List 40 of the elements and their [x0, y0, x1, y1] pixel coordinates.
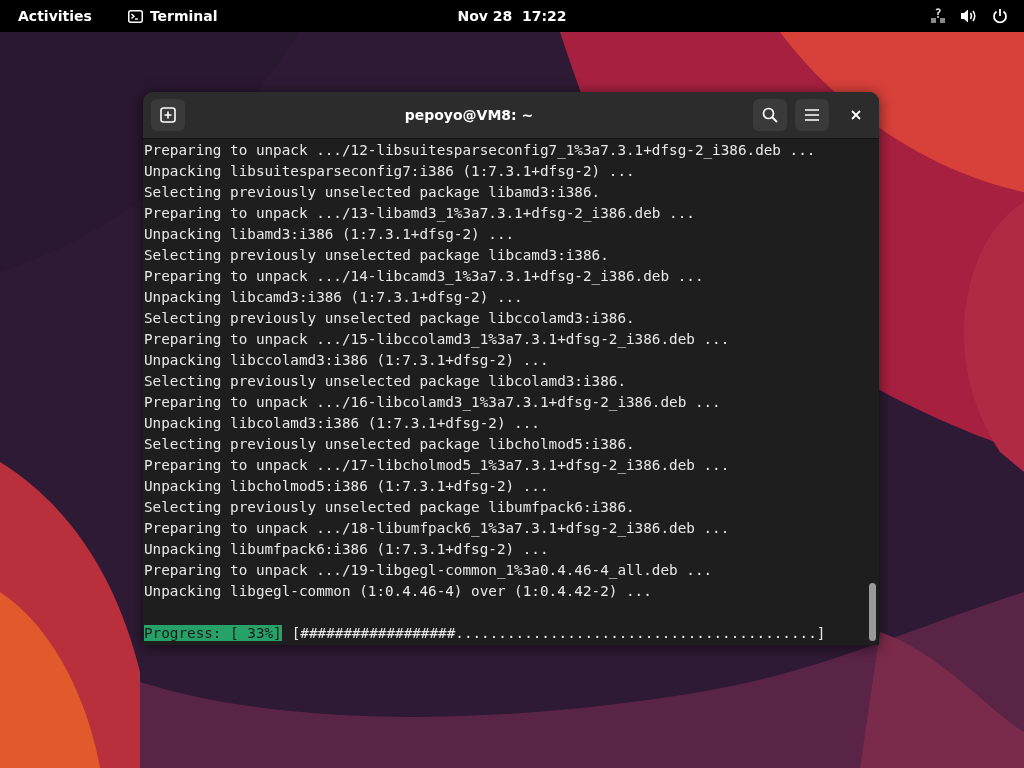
progress-bar-text: [##################..........................................]: [291, 625, 826, 641]
progress-label: Progress: [ 33%]: [144, 625, 282, 641]
search-button[interactable]: [753, 99, 787, 131]
terminal-line: Selecting previously unselected package libcholmod5:i386.: [144, 435, 636, 454]
terminal-line: Unpacking libumfpack6:i386 (1:7.3.1+dfsg-2) ...: [144, 540, 550, 559]
terminal-icon: [127, 9, 143, 23]
activities-button[interactable]: Activities: [18, 8, 92, 24]
terminal-line: Unpacking libcholmod5:i386 (1:7.3.1+dfsg-2) ...: [144, 477, 550, 496]
clock[interactable]: Nov 28 17:22: [457, 8, 567, 24]
terminal-line: Preparing to unpack .../13-libamd3_1%3a7.3.1+dfsg-2_i386.deb ...: [144, 204, 696, 224]
terminal-line: Unpacking libgegl-common (1:0.4.46-4) over (1:0.4.42-2) ...: [144, 582, 653, 601]
menu-icon: [804, 108, 820, 122]
terminal-line: Selecting previously unselected package libcolamd3:i386.: [144, 372, 628, 391]
terminal-line: Preparing to unpack .../19-libgegl-common_1%3a0.4.46-4_all.deb ...: [144, 561, 714, 581]
window-title: pepoyo@VM8: ~: [403, 107, 535, 123]
volume-icon[interactable]: [960, 8, 978, 24]
menu-button[interactable]: [795, 99, 829, 131]
terminal-line: Unpacking libccolamd3:i386 (1:7.3.1+dfsg-2) ...: [144, 351, 550, 370]
terminal-line: Preparing to unpack .../17-libcholmod5_1%3a7.3.1+dfsg-2_i386.deb ...: [144, 456, 731, 476]
power-icon[interactable]: [992, 8, 1008, 24]
terminal-line: Unpacking libamd3:i386 (1:7.3.1+dfsg-2) ...: [144, 225, 516, 244]
terminal-line: Unpacking libcamd3:i386 (1:7.3.1+dfsg-2) ...: [144, 288, 524, 307]
terminal-line: Selecting previously unselected package libccolamd3:i386.: [144, 309, 636, 328]
terminal-line: Selecting previously unselected package libcamd3:i386.: [144, 246, 610, 265]
new-tab-button[interactable]: [151, 99, 185, 131]
search-icon: [762, 107, 778, 123]
terminal-line: Preparing to unpack .../18-libumfpack6_1%3a7.3.1+dfsg-2_i386.deb ...: [144, 519, 731, 539]
terminal-line: Preparing to unpack .../15-libccolamd3_1%3a7.3.1+dfsg-2_i386.deb ...: [144, 330, 731, 350]
terminal-line: Unpacking libcolamd3:i386 (1:7.3.1+dfsg-2) ...: [144, 414, 541, 433]
plus-box-icon: [160, 107, 176, 123]
terminal-line: Unpacking libsuitesparseconfig7:i386 (1:7.3.1+dfsg-2) ...: [144, 162, 636, 181]
terminal-line: Selecting previously unselected package libumfpack6:i386.: [144, 498, 636, 517]
scrollbar-thumb[interactable]: [869, 583, 876, 641]
network-icon[interactable]: [930, 8, 946, 24]
terminal-line: Preparing to unpack .../16-libcolamd3_1%3a7.3.1+dfsg-2_i386.deb ...: [144, 393, 722, 413]
terminal-line: Preparing to unpack .../12-libsuitesparseconfig7_1%3a7.3.1+dfsg-2_i386.deb ...: [144, 141, 817, 161]
terminal-line: Preparing to unpack .../14-libcamd3_1%3a7.3.1+dfsg-2_i386.deb ...: [144, 267, 705, 287]
close-icon: [851, 110, 861, 120]
app-menu-button[interactable]: Terminal: [127, 8, 218, 24]
terminal-line: Selecting previously unselected package libamd3:i386.: [144, 183, 602, 202]
